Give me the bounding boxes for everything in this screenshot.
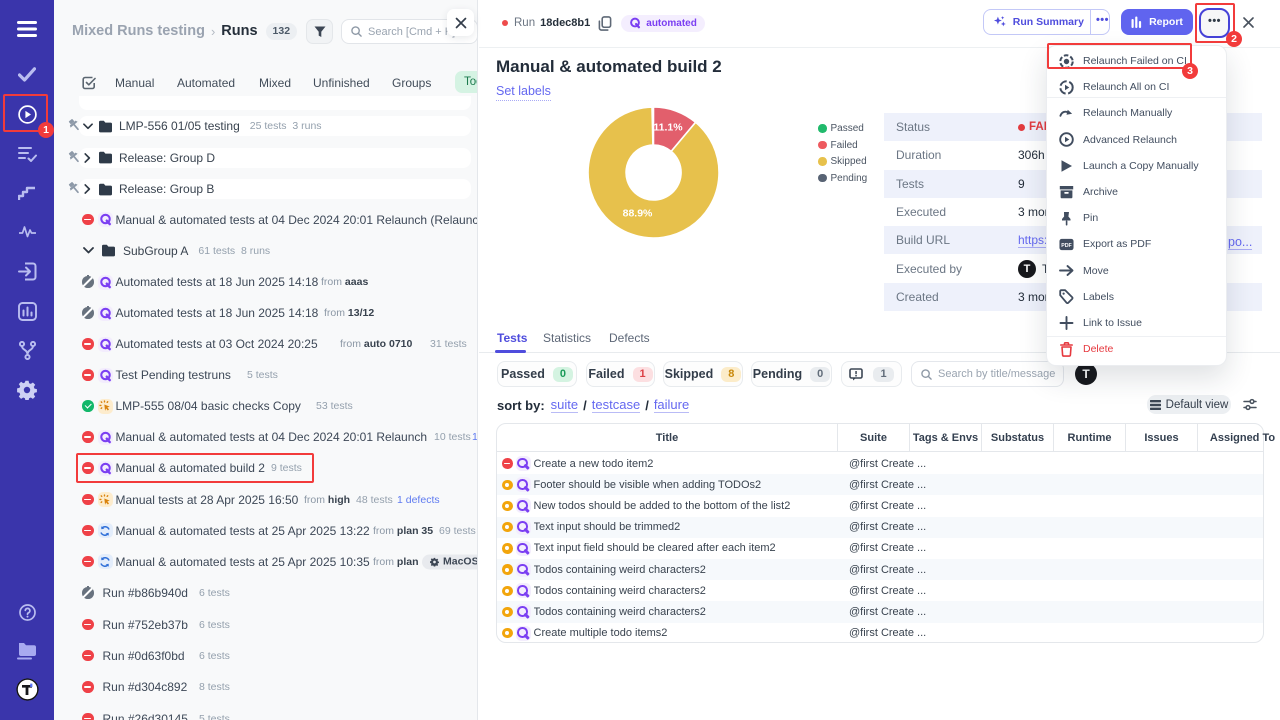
svg-text:11.1%: 11.1% xyxy=(653,122,683,134)
svg-text:PDF: PDF xyxy=(1061,243,1072,249)
svg-text:88.9%: 88.9% xyxy=(623,208,653,220)
